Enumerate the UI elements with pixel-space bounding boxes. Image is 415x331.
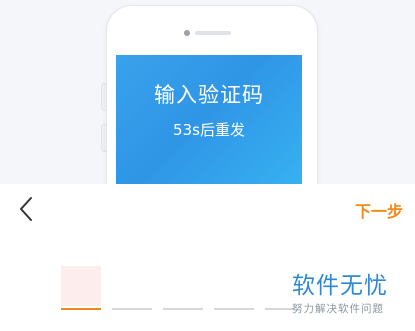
phone-speaker-icon — [195, 31, 231, 35]
watermark: 软件无忧 努力解决软件问题 — [292, 273, 410, 316]
current-step-highlight — [61, 266, 101, 306]
progress-segment — [112, 308, 152, 310]
next-step-button[interactable]: 下一步 — [355, 198, 403, 222]
progress-segment — [265, 308, 295, 310]
verification-title: 输入验证码 — [154, 83, 264, 107]
watermark-title: 软件无忧 — [292, 273, 388, 299]
step-progress — [60, 266, 300, 316]
progress-segment — [61, 308, 101, 310]
illustration-area: 输入验证码 53s后重发 — [0, 0, 415, 184]
phone-screen: 输入验证码 53s后重发 — [116, 55, 302, 184]
resend-countdown: 53s后重发 — [173, 121, 245, 139]
back-button[interactable] — [12, 194, 40, 224]
progress-segment — [214, 308, 254, 310]
watermark-subtitle: 努力解决软件问题 — [292, 303, 384, 315]
chevron-left-icon — [20, 197, 32, 221]
progress-segment — [163, 308, 203, 310]
phone-camera-icon — [184, 30, 190, 36]
